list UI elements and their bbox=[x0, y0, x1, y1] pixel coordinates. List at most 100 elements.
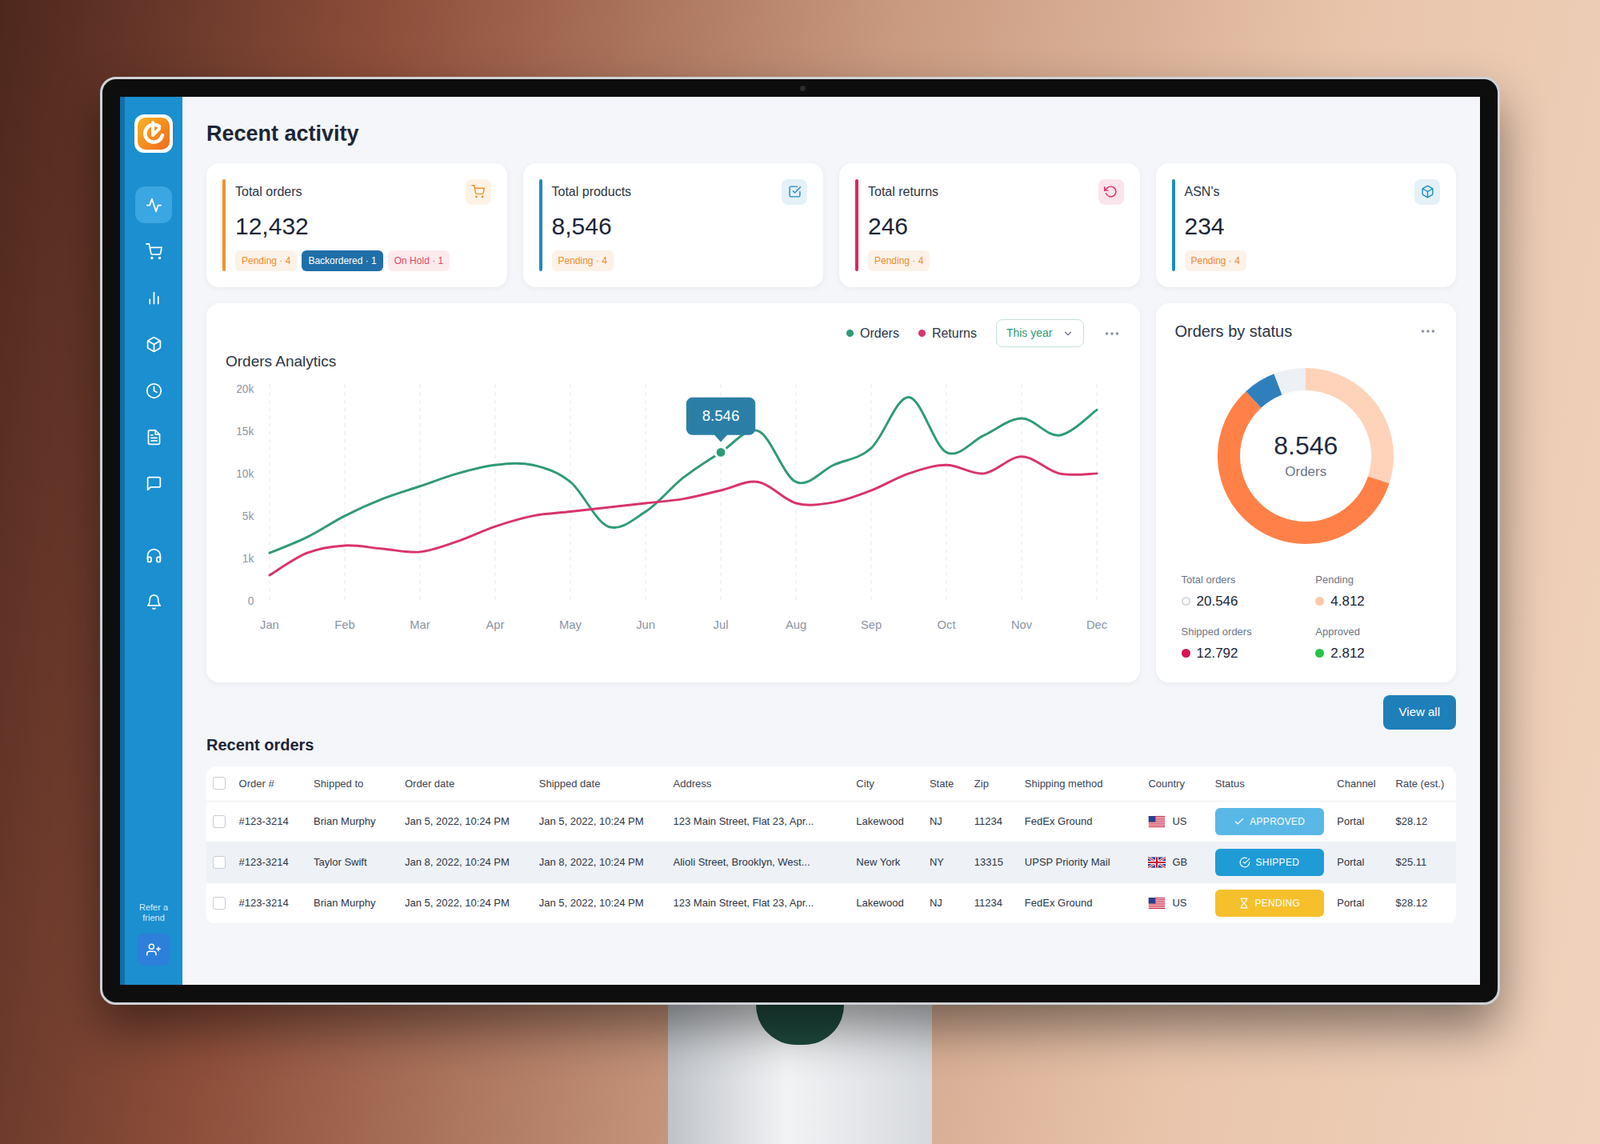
donut-segment bbox=[1228, 379, 1383, 533]
stat-icon-box bbox=[1414, 179, 1440, 205]
camera-dot bbox=[800, 85, 806, 92]
x-tick: Jun bbox=[636, 618, 656, 632]
column-header[interactable]: Order date bbox=[400, 766, 535, 802]
status-pill[interactable]: SHIPPED bbox=[1215, 848, 1324, 876]
stat-card[interactable]: Total returns246Pending · 4 bbox=[839, 163, 1140, 288]
column-header[interactable]: Channel bbox=[1332, 766, 1391, 802]
series-line bbox=[269, 396, 1097, 553]
row-checkbox[interactable] bbox=[212, 856, 226, 869]
headphones-icon bbox=[145, 547, 163, 564]
column-header[interactable]: Shipping method bbox=[1020, 766, 1144, 802]
sidebar-item[interactable] bbox=[135, 372, 172, 409]
series-line bbox=[269, 456, 1097, 575]
grid-line bbox=[494, 384, 496, 601]
status-donut: 8.546Orders bbox=[1205, 356, 1406, 556]
stat-card[interactable]: Total products 8,546 Pending · 4 bbox=[523, 163, 824, 288]
grid-line bbox=[644, 384, 646, 601]
stat-badge[interactable]: Pending · 4 bbox=[235, 250, 297, 272]
logo-icon[interactable] bbox=[132, 112, 175, 155]
stat-badge[interactable]: Pending · 4 bbox=[552, 250, 614, 272]
donut-segment bbox=[1228, 379, 1383, 533]
stat-badge[interactable]: On Hold · 1 bbox=[388, 250, 450, 272]
status-dot bbox=[1181, 648, 1191, 658]
column-header[interactable]: Zip bbox=[969, 766, 1020, 802]
bell-icon bbox=[145, 593, 163, 611]
orders-analytics-panel: OrdersReturnsThis yearOrders Analytics01… bbox=[206, 303, 1140, 683]
stat-accent bbox=[539, 179, 543, 272]
column-header[interactable]: City bbox=[851, 766, 925, 802]
stat-value: 8,546 bbox=[552, 211, 808, 242]
more-icon bbox=[1419, 322, 1437, 340]
stat-label: Total products bbox=[552, 179, 632, 202]
column-header[interactable]: Country bbox=[1143, 766, 1210, 802]
box-icon bbox=[145, 336, 163, 353]
column-header[interactable]: Rate (est.) bbox=[1391, 766, 1456, 802]
grid-line bbox=[268, 384, 270, 601]
column-header[interactable]: State bbox=[924, 766, 970, 802]
row-checkbox[interactable] bbox=[212, 776, 226, 790]
legend-item[interactable]: Orders bbox=[846, 324, 900, 344]
sidebar-item[interactable] bbox=[135, 186, 172, 224]
refer-label[interactable]: Refer a friend bbox=[129, 902, 178, 925]
status-title: Orders by status bbox=[1175, 319, 1293, 344]
status-pill[interactable]: APPROVED bbox=[1215, 808, 1324, 836]
monitor-stand bbox=[668, 1004, 932, 1144]
column-header[interactable]: Shipped to bbox=[308, 766, 400, 802]
grid-line bbox=[344, 384, 345, 601]
stat-card[interactable]: Total orders12,432Pending · 4Backordered… bbox=[206, 163, 508, 288]
us-flag-icon bbox=[1148, 897, 1166, 909]
stat-card[interactable]: ASN's234Pending · 4 bbox=[1156, 163, 1457, 288]
chart-menu-button[interactable] bbox=[1103, 324, 1121, 343]
svg-text:8.546: 8.546 bbox=[702, 407, 740, 424]
check-icon bbox=[1233, 816, 1245, 828]
column-header[interactable]: Address bbox=[668, 766, 852, 802]
column-header[interactable]: Order # bbox=[234, 766, 310, 802]
return-icon bbox=[1104, 184, 1118, 199]
status-dot bbox=[1315, 648, 1324, 658]
view-all-button[interactable]: View all bbox=[1383, 695, 1456, 730]
chart-title: Orders Analytics bbox=[225, 350, 1121, 374]
donut-label: Orders bbox=[1284, 461, 1327, 483]
refer-button[interactable] bbox=[137, 933, 170, 966]
sidebar-item[interactable] bbox=[135, 583, 172, 620]
status-dot bbox=[1181, 596, 1191, 606]
monitor: Refer a friendRecent activityTotal order… bbox=[100, 76, 1500, 1005]
stat-value: 246 bbox=[868, 211, 1124, 242]
status-menu-button[interactable] bbox=[1419, 322, 1437, 340]
box-icon bbox=[1420, 184, 1435, 199]
legend-dot bbox=[846, 329, 854, 337]
activity-icon bbox=[145, 196, 163, 214]
column-header[interactable]: Shipped date bbox=[534, 766, 669, 802]
x-tick: Oct bbox=[937, 618, 956, 632]
status-legend-item: Pending4.812 bbox=[1315, 572, 1431, 612]
row-checkbox[interactable] bbox=[212, 815, 226, 828]
legend-item[interactable]: Returns bbox=[918, 324, 977, 344]
stat-badge[interactable]: Pending · 4 bbox=[868, 250, 930, 272]
x-tick: Jul bbox=[713, 618, 729, 632]
sidebar-item[interactable] bbox=[135, 418, 172, 456]
x-tick: Nov bbox=[1011, 618, 1033, 632]
x-tick: Jan bbox=[260, 618, 280, 632]
sidebar-item[interactable] bbox=[135, 232, 172, 270]
sidebar-item[interactable] bbox=[135, 536, 172, 574]
range-select[interactable]: This year bbox=[996, 319, 1084, 348]
x-tick: Aug bbox=[785, 618, 807, 632]
status-pill[interactable]: PENDING bbox=[1215, 889, 1324, 917]
sidebar-item[interactable] bbox=[135, 279, 172, 316]
table-header: Order #Shipped toOrder dateShipped dateA… bbox=[206, 766, 1456, 802]
table-row[interactable]: #123-3214Taylor SwiftJan 8, 2022, 10:24 … bbox=[206, 842, 1456, 884]
row-checkbox[interactable] bbox=[212, 896, 226, 910]
stat-badge[interactable]: Backordered · 1 bbox=[301, 250, 383, 272]
status-dot bbox=[1315, 596, 1324, 606]
orders-table: Order #Shipped toOrder dateShipped dateA… bbox=[206, 766, 1456, 925]
table-row[interactable]: #123-3214Brian MurphyJan 5, 2022, 10:24 … bbox=[206, 883, 1456, 924]
sidebar-item[interactable] bbox=[135, 325, 172, 363]
column-header[interactable]: Status bbox=[1210, 766, 1333, 802]
grid-line bbox=[946, 384, 948, 601]
stat-badge[interactable]: Pending · 4 bbox=[1184, 250, 1247, 272]
message-icon bbox=[145, 475, 163, 492]
sidebar-item[interactable] bbox=[135, 464, 172, 502]
screen: Refer a friendRecent activityTotal order… bbox=[120, 96, 1480, 985]
table-row[interactable]: #123-3214Brian MurphyJan 5, 2022, 10:24 … bbox=[206, 801, 1456, 843]
stat-accent bbox=[1172, 179, 1176, 272]
